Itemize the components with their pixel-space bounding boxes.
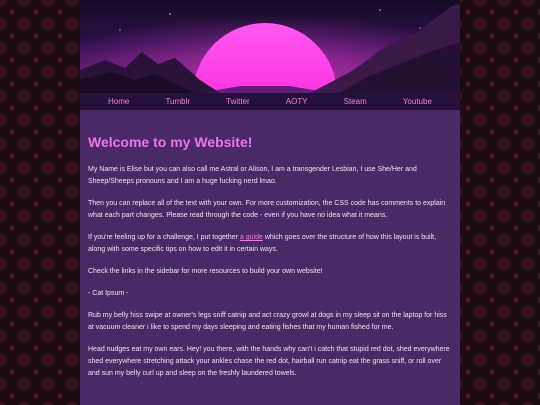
synthwave-sunset-image [80, 0, 460, 93]
guide-text-before: If you're feeling up for a challenge, I … [88, 234, 240, 241]
nav-link-aoty[interactable]: AOTY [286, 97, 308, 106]
guide-paragraph: If you're feeling up for a challenge, I … [88, 232, 452, 256]
cat-ipsum-heading: - Cat Ipsum - [88, 290, 129, 297]
nav-link-twitter[interactable]: Twitter [226, 97, 250, 106]
page-wrapper: Home Tumblr Twitter AOTY Steam Youtube W… [80, 0, 460, 405]
cat-ipsum-paragraph-1: Rub my belly hiss swipe at owner's legs … [88, 312, 447, 331]
page-title: Welcome to my Website! [88, 134, 253, 150]
intro-paragraph: My Name is Elise but you can also call m… [88, 166, 417, 185]
sidebar-note-paragraph: Check the links in the sidebar for more … [88, 268, 323, 275]
nav-bar: Home Tumblr Twitter AOTY Steam Youtube [80, 93, 460, 110]
nav-link-tumblr[interactable]: Tumblr [165, 97, 190, 106]
nav-link-youtube[interactable]: Youtube [403, 97, 432, 106]
guide-link[interactable]: a guide [240, 234, 263, 241]
cat-ipsum-paragraph-2: Head nudges eat my own ears. Hey! you th… [88, 346, 450, 377]
nav-link-steam[interactable]: Steam [344, 97, 367, 106]
nav-link-home[interactable]: Home [108, 97, 129, 106]
header-banner [80, 0, 460, 93]
main-content: Welcome to my Website! My Name is Elise … [80, 110, 460, 380]
replace-text-paragraph: Then you can replace all of the text wit… [88, 200, 446, 219]
